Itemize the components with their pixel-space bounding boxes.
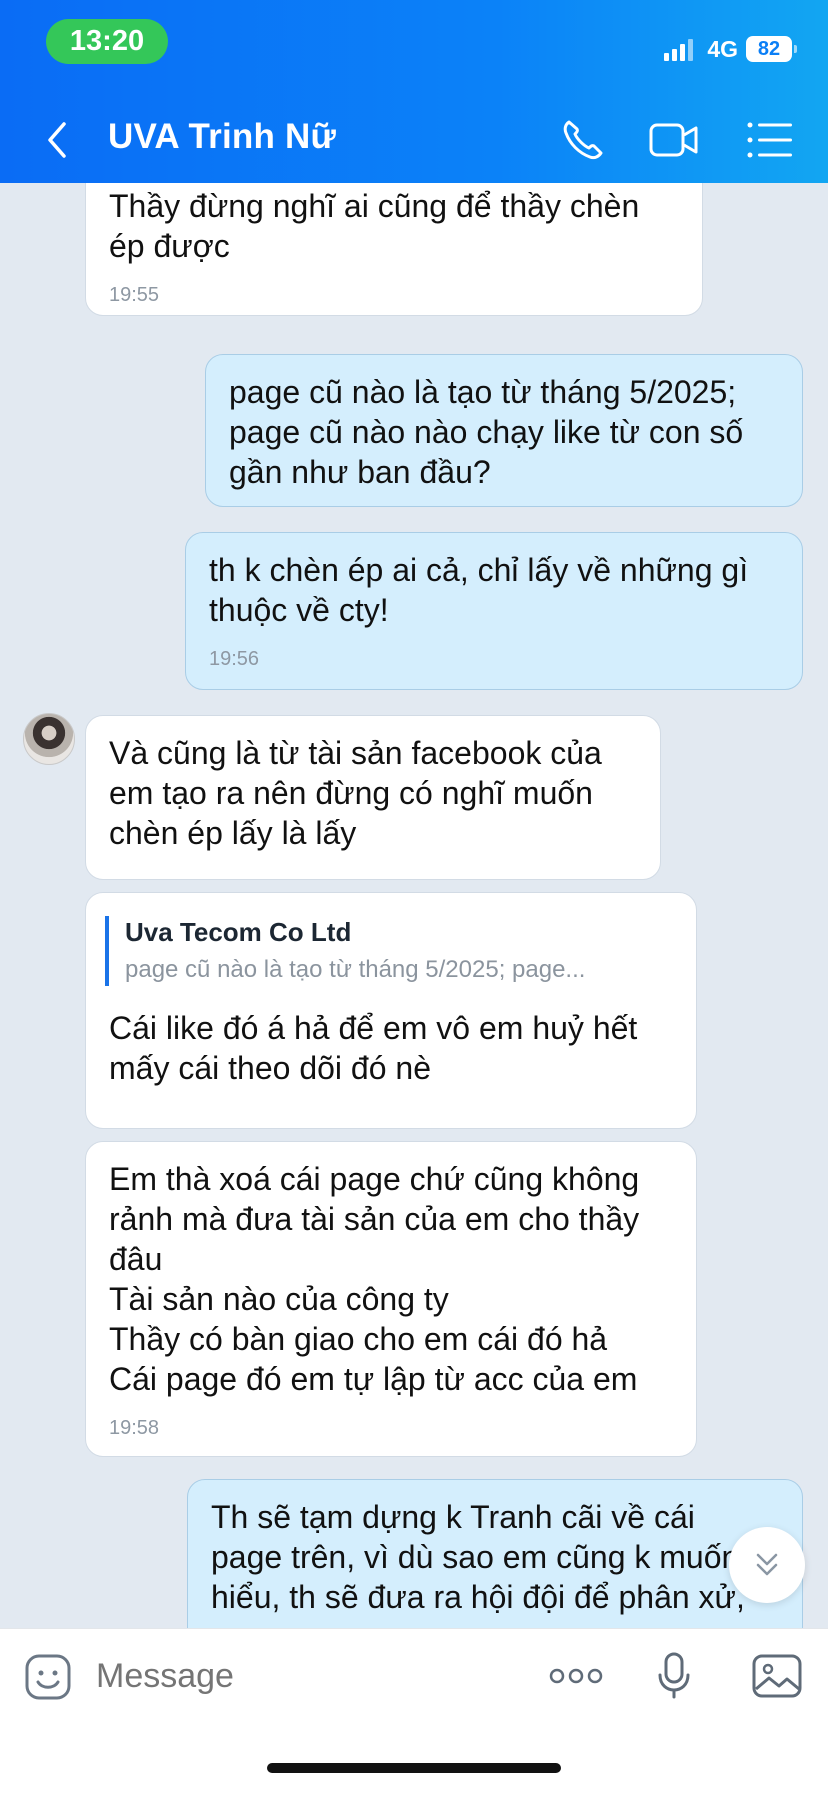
message-bubble-outgoing[interactable]: th k chèn ép ai cả, chỉ lấy về những gì … (185, 532, 803, 690)
message-timestamp: 19:56 (209, 648, 260, 670)
message-text: page cũ nào là tạo từ tháng 5/2025; page… (229, 374, 744, 490)
message-bubble-incoming[interactable]: Em thà xoá cái page chứ cũng không rảnh … (85, 1141, 697, 1457)
video-camera-icon[interactable] (648, 116, 700, 164)
message-bubble-outgoing[interactable]: page cũ nào là tạo từ tháng 5/2025; page… (205, 354, 803, 507)
more-dots-icon[interactable] (548, 1665, 604, 1687)
chat-header: 13:20 4G 82 UVA Trinh Nữ (0, 0, 828, 183)
status-time: 13:20 (46, 19, 168, 64)
message-bubble-outgoing[interactable]: Th sẽ tạm dựng k Tranh cãi về cái page t… (187, 1479, 803, 1628)
status-indicators: 4G 82 (664, 34, 797, 64)
message-text: Và cũng là từ tài sản facebook của em tạ… (109, 735, 602, 851)
message-text: Cái like đó á hả để em vô em huỷ hết mấy… (109, 1010, 638, 1086)
phone-icon[interactable] (558, 116, 610, 164)
chevron-left-icon[interactable] (40, 118, 76, 162)
message-text: Th sẽ tạm dựng k Tranh cãi về cái page t… (211, 1499, 745, 1615)
avatar[interactable] (23, 713, 75, 765)
message-composer (0, 1628, 828, 1793)
message-input[interactable] (94, 1651, 518, 1701)
quoted-author: Uva Tecom Co Ltd (125, 917, 352, 947)
list-menu-icon[interactable] (744, 116, 796, 164)
scroll-to-bottom-button[interactable] (729, 1527, 805, 1603)
message-bubble-incoming[interactable]: Uva Tecom Co Ltd page cũ nào là tạo từ t… (85, 892, 697, 1129)
message-bubble-incoming[interactable]: Thầy đừng nghĩ ai cũng để thầy chèn ép đ… (85, 183, 703, 316)
message-timestamp: 19:58 (109, 1417, 160, 1439)
conversation-title[interactable]: UVA Trinh Nữ (108, 117, 336, 157)
microphone-icon[interactable] (656, 1651, 692, 1699)
emoji-sticker-icon[interactable] (24, 1653, 72, 1701)
message-text: Thầy đừng nghĩ ai cũng để thầy chèn ép đ… (109, 188, 640, 264)
network-type: 4G (707, 35, 738, 62)
message-bubble-incoming[interactable]: Và cũng là từ tài sản facebook của em tạ… (85, 715, 661, 880)
quoted-text: page cũ nào là tạo từ tháng 5/2025; page… (125, 956, 586, 983)
home-indicator (267, 1763, 561, 1773)
message-timestamp: 19:55 (109, 284, 160, 306)
cellular-signal-icon (664, 37, 694, 61)
message-list[interactable]: Thầy đừng nghĩ ai cũng để thầy chèn ép đ… (0, 183, 828, 1628)
message-text: th k chèn ép ai cả, chỉ lấy về những gì … (209, 552, 749, 628)
image-gallery-icon[interactable] (752, 1653, 802, 1699)
double-chevron-down-icon (756, 1553, 778, 1576)
battery-level: 82 (746, 36, 797, 62)
quoted-reply[interactable]: Uva Tecom Co Ltd page cũ nào là tạo từ t… (105, 916, 673, 986)
message-text: Em thà xoá cái page chứ cũng không rảnh … (109, 1161, 640, 1397)
